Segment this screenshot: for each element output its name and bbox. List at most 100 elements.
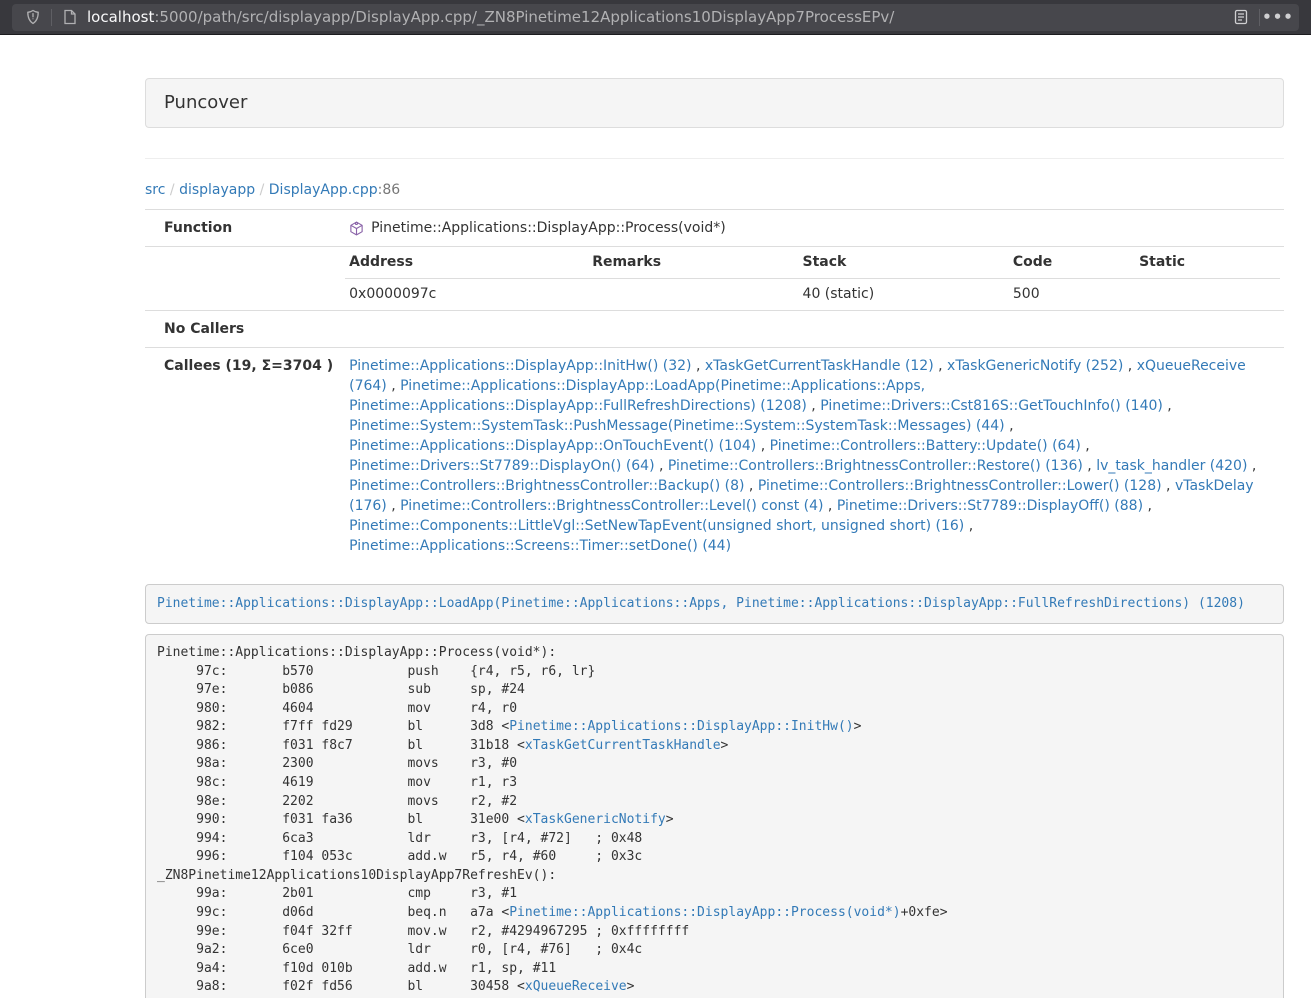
disassembly-text: > [854, 719, 862, 734]
page-title: Puncover [145, 78, 1284, 128]
disassembly-text: 98c: 4619 mov r1, r3 [157, 775, 517, 790]
disassembly-line: 980: 4604 mov r4, r0 [157, 700, 1272, 719]
main-content: Puncover src / displayapp / DisplayApp.c… [145, 78, 1284, 998]
disassembly-text: 982: f7ff fd29 bl 3d8 < [157, 719, 509, 734]
callee-link[interactable]: Pinetime::Applications::DisplayApp::OnTo… [349, 438, 756, 454]
disassembly-text: 99c: d06d beq.n a7a < [157, 905, 509, 920]
disassembly-text: 990: f031 fa36 bl 31e00 < [157, 812, 525, 827]
selected-symbol-panel: Pinetime::Applications::DisplayApp::Load… [145, 584, 1284, 624]
disassembly-text: _ZN8Pinetime12Applications10DisplayApp7R… [157, 868, 556, 883]
callee-separator: , [387, 498, 400, 514]
callee-link[interactable]: Pinetime::Controllers::Battery::Update()… [770, 438, 1081, 454]
callee-link[interactable]: Pinetime::Drivers::St7789::DisplayOn() (… [349, 458, 654, 474]
callee-link[interactable]: Pinetime::Controllers::BrightnessControl… [400, 498, 823, 514]
callee-separator: , [1143, 498, 1152, 514]
disassembly-line: 98a: 2300 movs r3, #0 [157, 755, 1272, 774]
callee-link[interactable]: Pinetime::System::SystemTask::PushMessag… [349, 418, 1005, 434]
function-row: Function Pinetime::Applications::Display… [145, 210, 1284, 247]
disassembly-line: 97e: b086 sub sp, #24 [157, 681, 1272, 700]
callee-separator: , [692, 358, 705, 374]
stack-value: 40 (static) [799, 279, 1009, 311]
divider [145, 158, 1284, 159]
disassembly-line: _ZN8Pinetime12Applications10DisplayApp7R… [157, 867, 1272, 886]
callee-separator: , [655, 458, 668, 474]
disassembly-line: 986: f031 f8c7 bl 31b18 <xTaskGetCurrent… [157, 737, 1272, 756]
disassembly-text: 980: 4604 mov r4, r0 [157, 701, 517, 716]
callee-link[interactable]: Pinetime::Controllers::BrightnessControl… [758, 478, 1162, 494]
callee-separator: , [934, 358, 947, 374]
breadcrumb-link[interactable]: DisplayApp.cpp [269, 182, 378, 198]
disassembly-line: 99e: f04f 32ff mov.w r2, #4294967295 ; 0… [157, 923, 1272, 942]
callee-link[interactable]: Pinetime::Components::LittleVgl::SetNewT… [349, 518, 964, 534]
disassembly-text: +0xfe> [901, 905, 948, 920]
col-code: Code [1009, 247, 1135, 279]
callee-separator: , [744, 478, 757, 494]
callee-separator: , [1162, 478, 1175, 494]
disassembly-line: 98e: 2202 movs r2, #2 [157, 793, 1272, 812]
callees-label: Callees (19, Σ=3704 ) [145, 348, 341, 565]
callees-list: Pinetime::Applications::DisplayApp::Init… [341, 348, 1284, 565]
callee-link[interactable]: Pinetime::Controllers::BrightnessControl… [349, 478, 744, 494]
no-callers-row: No Callers [145, 311, 1284, 348]
disassembly-symbol-link[interactable]: xTaskGetCurrentTaskHandle [525, 738, 721, 753]
package-cube-icon [349, 221, 364, 236]
callee-separator: , [1163, 398, 1172, 414]
disassembly-text: 996: f104 053c add.w r5, r4, #60 ; 0x3c [157, 849, 642, 864]
callee-link[interactable]: Pinetime::Applications::DisplayApp::Init… [349, 358, 691, 374]
disassembly-text: 9a4: f10d 010b add.w r1, sp, #11 [157, 961, 556, 976]
disassembly-symbol-link[interactable]: Pinetime::Applications::DisplayApp::Proc… [509, 905, 900, 920]
callee-link[interactable]: xTaskGetCurrentTaskHandle (12) [705, 358, 934, 374]
disassembly-line: 99c: d06d beq.n a7a <Pinetime::Applicati… [157, 904, 1272, 923]
callee-separator: , [1123, 358, 1136, 374]
breadcrumb-separator: / [255, 182, 269, 198]
callee-separator: , [1005, 418, 1014, 434]
disassembly-symbol-link[interactable]: Pinetime::Applications::DisplayApp::Init… [509, 719, 853, 734]
remarks-value [588, 279, 798, 311]
disassembly-text: 9a2: 6ce0 ldr r0, [r4, #76] ; 0x4c [157, 942, 642, 957]
reader-mode-icon[interactable] [1230, 6, 1252, 28]
function-label: Function [145, 210, 341, 247]
disassembly-symbol-link[interactable]: xQueueReceive [525, 979, 627, 994]
disassembly-line: 990: f031 fa36 bl 31e00 <xTaskGenericNot… [157, 811, 1272, 830]
callee-separator: , [1247, 458, 1256, 474]
disassembly-line: 982: f7ff fd29 bl 3d8 <Pinetime::Applica… [157, 718, 1272, 737]
url-path: :5000/path/src/displayapp/DisplayApp.cpp… [154, 8, 894, 26]
disassembly-text: 97c: b570 push {r4, r5, r6, lr} [157, 664, 595, 679]
disassembly-line: 996: f104 053c add.w r5, r4, #60 ; 0x3c [157, 848, 1272, 867]
page-icon[interactable] [59, 6, 81, 28]
metrics-table: Address Remarks Stack Code Static 0x0000… [345, 247, 1280, 310]
breadcrumb-separator: / [165, 182, 179, 198]
url-bar[interactable]: localhost:5000/path/src/displayapp/Displ… [12, 4, 1299, 31]
disassembly-text: 986: f031 f8c7 bl 31b18 < [157, 738, 525, 753]
disassembly-text: 99a: 2b01 cmp r3, #1 [157, 886, 517, 901]
urlbar-separator [51, 9, 52, 26]
disassembly-line: 97c: b570 push {r4, r5, r6, lr} [157, 663, 1272, 682]
disassembly-symbol-link[interactable]: xTaskGenericNotify [525, 812, 666, 827]
urlbar-separator-2 [1259, 9, 1260, 26]
callee-separator: , [823, 498, 836, 514]
col-static: Static [1135, 247, 1280, 279]
selected-symbol-link[interactable]: Pinetime::Applications::DisplayApp::Load… [157, 596, 1245, 611]
browser-toolbar: localhost:5000/path/src/displayapp/Displ… [0, 0, 1311, 35]
disassembly-text: 994: 6ca3 ldr r3, [r4, #72] ; 0x48 [157, 831, 642, 846]
callees-row: Callees (19, Σ=3704 ) Pinetime::Applicat… [145, 348, 1284, 565]
disassembly-text: 97e: b086 sub sp, #24 [157, 682, 525, 697]
shield-icon[interactable] [22, 6, 44, 28]
callee-link[interactable]: Pinetime::Controllers::BrightnessControl… [668, 458, 1083, 474]
callee-link[interactable]: Pinetime::Drivers::Cst816S::GetTouchInfo… [820, 398, 1163, 414]
disassembly-text: 98e: 2202 movs r2, #2 [157, 794, 517, 809]
disassembly-line: 9a2: 6ce0 ldr r0, [r4, #76] ; 0x4c [157, 941, 1272, 960]
callee-link[interactable]: lv_task_handler (420) [1096, 458, 1247, 474]
callee-link[interactable]: Pinetime::Drivers::St7789::DisplayOff() … [837, 498, 1143, 514]
col-stack: Stack [799, 247, 1009, 279]
callee-link[interactable]: Pinetime::Applications::Screens::Timer::… [349, 538, 731, 554]
function-name: Pinetime::Applications::DisplayApp::Proc… [371, 218, 726, 238]
url-text[interactable]: localhost:5000/path/src/displayapp/Displ… [87, 8, 1230, 26]
breadcrumb-link[interactable]: src [145, 182, 165, 198]
breadcrumb-link[interactable]: displayapp [179, 182, 255, 198]
callee-separator: , [1083, 458, 1096, 474]
callee-link[interactable]: xTaskGenericNotify (252) [947, 358, 1123, 374]
col-remarks: Remarks [588, 247, 798, 279]
code-value: 500 [1009, 279, 1135, 311]
menu-dots-icon[interactable]: ••• [1267, 6, 1289, 28]
